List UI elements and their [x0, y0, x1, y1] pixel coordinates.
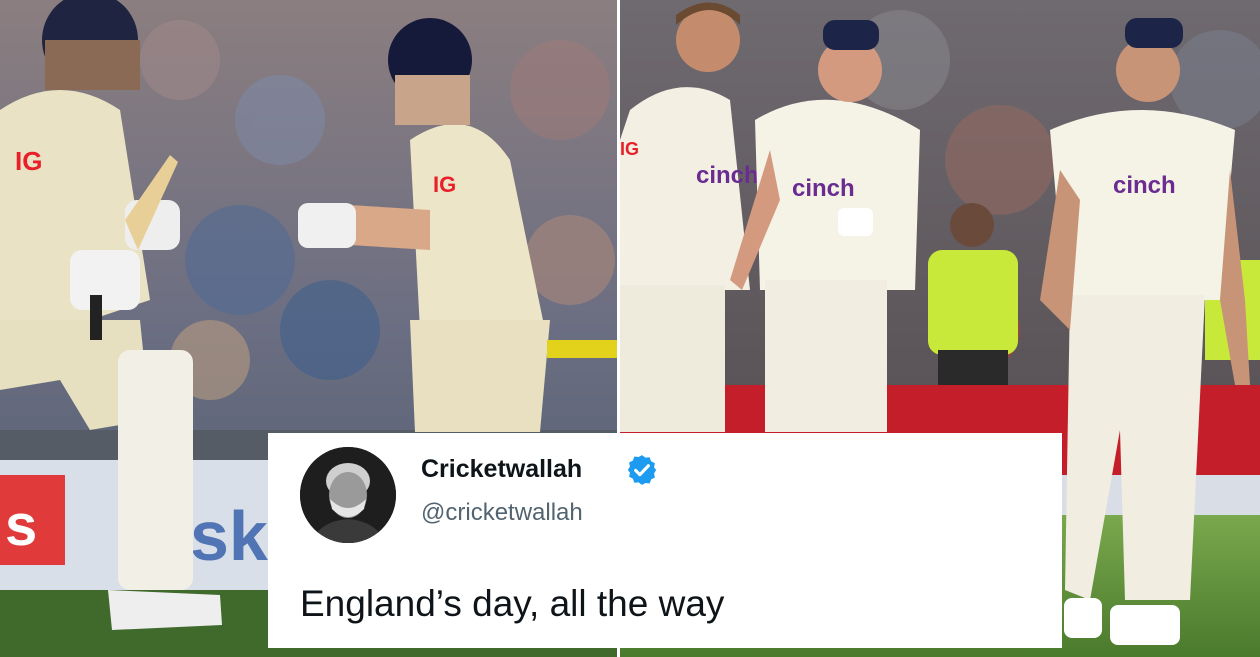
tweet-text: England’s day, all the way	[300, 583, 725, 624]
svg-text:sk: sk	[190, 497, 268, 575]
tweet-display-name[interactable]: Cricketwallah	[421, 455, 582, 484]
svg-text:cinch: cinch	[792, 175, 855, 202]
svg-text:cinch: cinch	[1113, 172, 1176, 199]
svg-text:IG: IG	[15, 146, 42, 176]
svg-text:IG: IG	[620, 139, 639, 159]
tweet-card: Cricketwallah @cricketwallah England’s d…	[268, 433, 1062, 648]
svg-text:cinch: cinch	[696, 162, 759, 189]
verified-badge-icon	[625, 453, 659, 487]
profile-photo-avatar[interactable]	[300, 447, 396, 543]
tweet-handle[interactable]: @cricketwallah	[421, 499, 583, 527]
svg-text:IG: IG	[433, 172, 456, 197]
svg-text:s: s	[5, 493, 37, 558]
